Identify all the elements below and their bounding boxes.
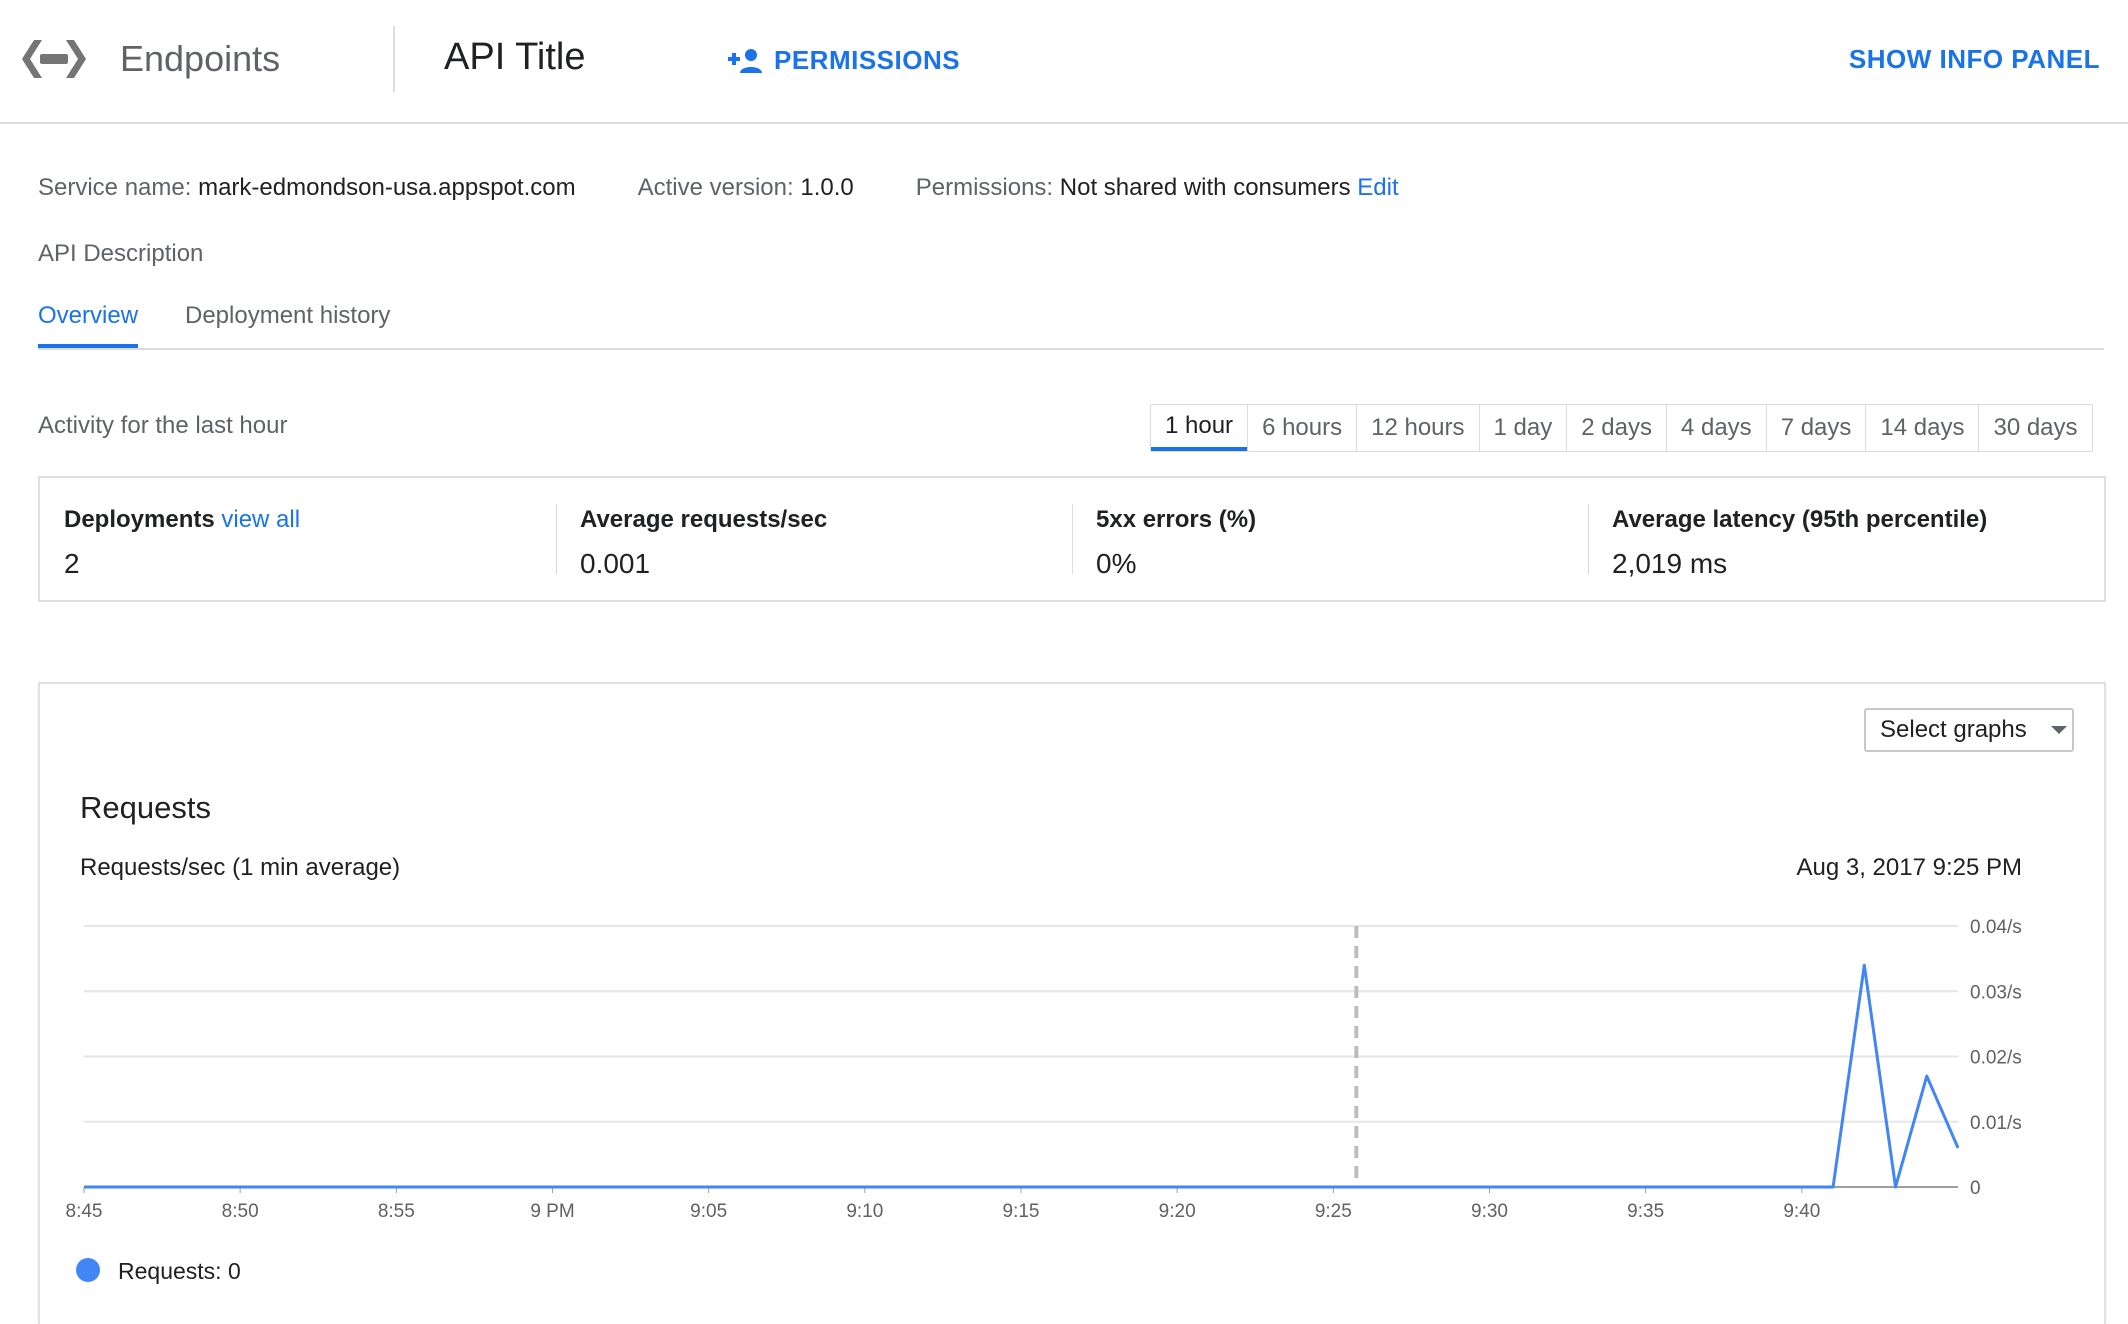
range-1-day[interactable]: 1 day bbox=[1478, 405, 1567, 451]
stat-deployments: Deployments view all 2 bbox=[40, 478, 556, 600]
legend-requests-label: Requests: 0 bbox=[118, 1258, 241, 1284]
active-version: Active version: 1.0.0 bbox=[637, 174, 854, 201]
api-description: API Description bbox=[38, 240, 204, 267]
permissions-status: Permissions: Not shared with consumers E… bbox=[915, 174, 1399, 201]
tab-overview[interactable]: Overview bbox=[38, 302, 139, 348]
permissions-button-label: PERMISSIONS bbox=[774, 44, 961, 75]
stat-average-latency: Average latency (95th percentile) 2,019 … bbox=[1588, 478, 2104, 600]
api-title: API Title bbox=[444, 36, 586, 78]
legend-requests-swatch bbox=[76, 1258, 100, 1282]
time-range-selector: 1 hour 6 hours 12 hours 1 day 2 days 4 d… bbox=[1150, 404, 2093, 452]
chart-subtitle: Requests/sec (1 min average) bbox=[80, 854, 401, 881]
permissions-button[interactable]: PERMISSIONS bbox=[728, 42, 960, 78]
top-bar bbox=[0, 0, 2128, 124]
person-add-icon bbox=[728, 49, 762, 73]
header-divider bbox=[393, 26, 395, 92]
stats-panel: Deployments view all 2 Average requests/… bbox=[38, 476, 2106, 602]
errors-value: 0% bbox=[1096, 548, 1137, 579]
stat-5xx-errors: 5xx errors (%) 0% bbox=[1072, 478, 1588, 600]
deployments-value: 2 bbox=[64, 548, 80, 579]
service-name: Service name: mark-edmondson-usa.appspot… bbox=[38, 174, 576, 201]
dropdown-arrow-icon bbox=[2050, 726, 2067, 734]
range-2-days[interactable]: 2 days bbox=[1566, 405, 1666, 451]
chart-cursor-time: Aug 3, 2017 9:25 PM bbox=[1796, 854, 2023, 881]
avg-requests-label: Average requests/sec bbox=[580, 506, 828, 533]
range-7-days[interactable]: 7 days bbox=[1765, 405, 1866, 451]
range-1-hour[interactable]: 1 hour bbox=[1151, 405, 1248, 451]
activity-label: Activity for the last hour bbox=[38, 412, 288, 439]
stat-average-requests: Average requests/sec 0.001 bbox=[556, 478, 1072, 600]
service-info-row: Service name: mark-edmondson-usa.appspot… bbox=[38, 174, 1399, 202]
tab-deployment-history[interactable]: Deployment history bbox=[185, 302, 390, 344]
range-14-days[interactable]: 14 days bbox=[1865, 405, 1978, 451]
tab-bar: Overview Deployment history bbox=[38, 300, 2104, 350]
edit-permissions-link[interactable]: Edit bbox=[1357, 174, 1398, 201]
range-30-days[interactable]: 30 days bbox=[1978, 405, 2091, 451]
show-info-panel-button[interactable]: SHOW INFO PANEL bbox=[1849, 44, 2100, 75]
app-name: Endpoints bbox=[120, 38, 281, 79]
avg-requests-value: 0.001 bbox=[580, 548, 651, 579]
range-6-hours[interactable]: 6 hours bbox=[1247, 405, 1356, 451]
latency-label: Average latency (95th percentile) bbox=[1612, 506, 1988, 533]
latency-value: 2,019 ms bbox=[1612, 548, 1728, 579]
view-all-deployments-link[interactable]: view all bbox=[221, 506, 300, 533]
chart-title: Requests bbox=[80, 790, 211, 825]
endpoints-logo-icon bbox=[22, 40, 86, 78]
select-graphs-label: Select graphs bbox=[1880, 716, 2027, 743]
errors-label: 5xx errors (%) bbox=[1096, 506, 1257, 533]
select-graphs-dropdown[interactable]: Select graphs bbox=[1864, 708, 2074, 752]
range-12-hours[interactable]: 12 hours bbox=[1356, 405, 1478, 451]
requests-chart-card bbox=[38, 682, 2106, 1324]
range-4-days[interactable]: 4 days bbox=[1665, 405, 1766, 451]
deployments-label: Deployments bbox=[64, 506, 215, 533]
